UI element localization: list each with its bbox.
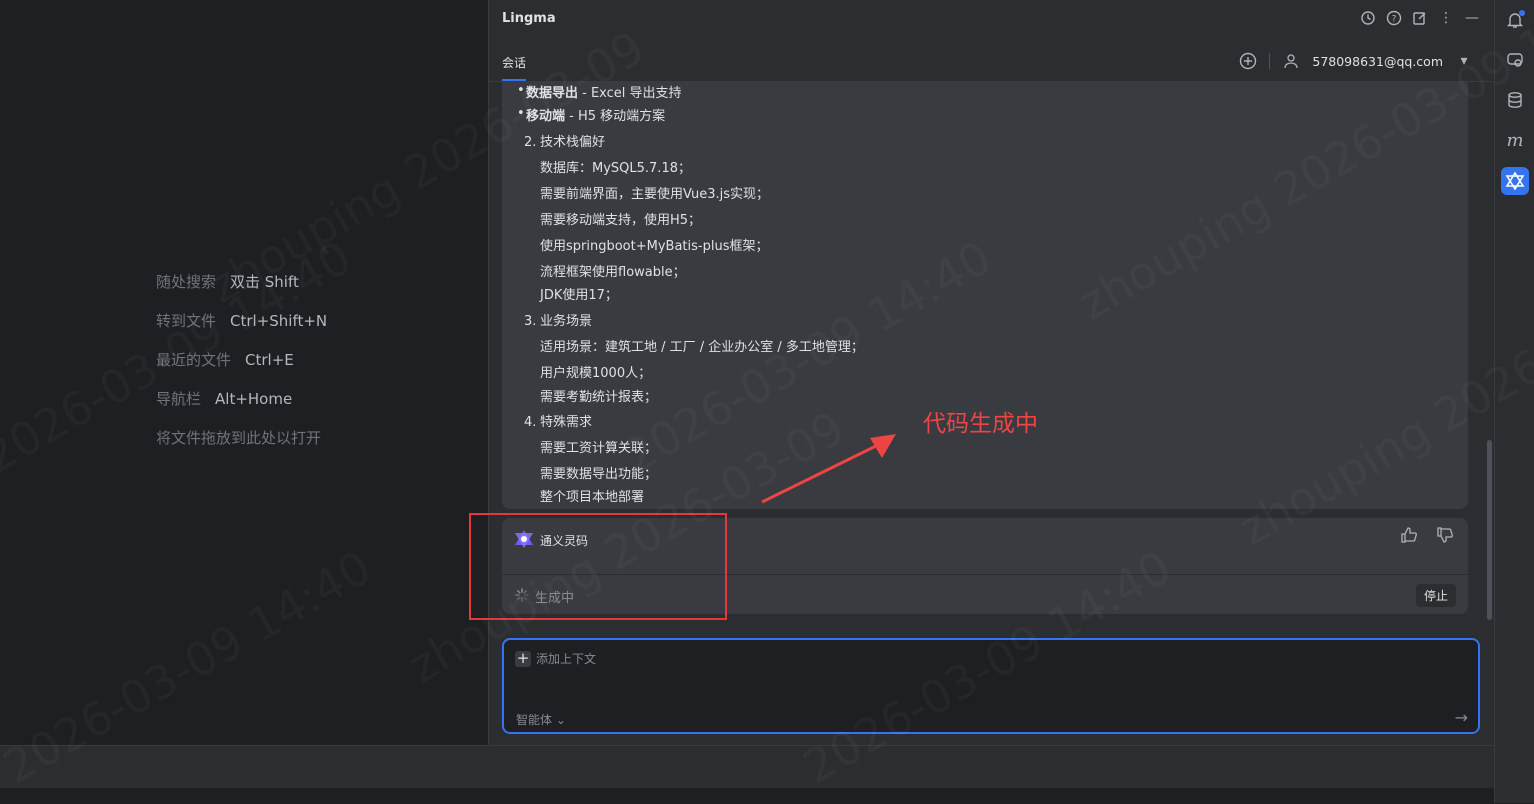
new-chat-icon[interactable] — [1239, 52, 1257, 70]
list-item: 流程框架使用flowable； — [540, 265, 686, 280]
hint-goto-file[interactable]: 转到文件 Ctrl+Shift+N — [156, 301, 327, 340]
user-icon — [1282, 52, 1300, 70]
list-item: • 移动端 - H5 移动端方案 — [517, 106, 666, 124]
panel-title: Lingma — [502, 11, 556, 26]
list-item: • 数据导出 - Excel 导出支持 — [517, 83, 682, 101]
lingma-icon[interactable] — [1501, 167, 1529, 195]
plus-icon: + — [515, 648, 531, 667]
annotation-highlight-box — [469, 513, 727, 620]
user-message: • 数据导出 - Excel 导出支持 • 移动端 - H5 移动端方案 2. 技术栈… — [502, 82, 1468, 509]
bell-icon[interactable] — [1504, 9, 1526, 31]
panel-toolbar: ? ⋮ — — [1359, 9, 1481, 27]
send-arrow-icon[interactable]: → — [1455, 708, 1468, 727]
help-icon[interactable]: ? — [1385, 9, 1403, 27]
m-icon[interactable]: m — [1504, 129, 1526, 151]
editor-hints: 随处搜索 双击 Shift 转到文件 Ctrl+Shift+N 最近的文件 Ctrl+… — [156, 262, 327, 457]
ai-chat-icon[interactable] — [1504, 49, 1526, 71]
list-item: 适用场景：建筑工地 / 工厂 / 企业办公室 / 多工地管理； — [540, 340, 864, 355]
chat-input[interactable]: + 添加上下文 智能体 ⌄ → — [502, 638, 1480, 734]
hint-drop-files: 将文件拖放到此处以打开 — [156, 429, 322, 447]
toolbar-divider — [1269, 53, 1271, 69]
add-context-button[interactable]: + 添加上下文 — [515, 650, 596, 667]
minimize-icon[interactable]: — — [1463, 9, 1481, 27]
tab-bar: 会话 578098631@qq.com ▾ — [489, 44, 1495, 82]
annotation-arrow-icon — [761, 434, 896, 504]
list-item: 需要移动端支持，使用H5； — [540, 213, 702, 228]
bottom-status-bar — [0, 745, 1494, 804]
list-item: 需要前端界面，主要使用Vue3.js实现； — [540, 187, 770, 202]
annotation-label: 代码生成中 — [923, 411, 1038, 437]
svg-text:?: ? — [1392, 15, 1397, 25]
lingma-panel: Lingma ? ⋮ — 会话 578098631@qq.com ▾ • 数据导出… — [488, 0, 1495, 745]
account-email[interactable]: 578098631@qq.com — [1312, 54, 1443, 69]
list-item: 整个项目本地部署 — [540, 490, 645, 505]
feedback-actions — [1400, 526, 1454, 548]
tab-conversation[interactable]: 会话 — [502, 54, 527, 81]
hint-search-everywhere[interactable]: 随处搜索 双击 Shift — [156, 262, 327, 301]
more-icon[interactable]: ⋮ — [1437, 9, 1455, 27]
hint-navigation-bar[interactable]: 导航栏 Alt+Home — [156, 379, 327, 418]
editor-empty-area: 随处搜索 双击 Shift 转到文件 Ctrl+Shift+N 最近的文件 Ctrl+… — [0, 0, 488, 745]
status-strip — [0, 788, 1494, 804]
section-heading: 3. 业务场景 — [524, 314, 593, 329]
database-icon[interactable] — [1504, 89, 1526, 111]
scrollbar[interactable] — [1487, 440, 1492, 620]
history-icon[interactable] — [1359, 9, 1377, 27]
list-item: 需要考勤统计报表； — [540, 390, 658, 405]
add-context-label: 添加上下文 — [536, 652, 597, 666]
agent-mode-dropdown[interactable]: 智能体 ⌄ — [516, 711, 566, 728]
stop-button[interactable]: 停止 — [1415, 584, 1456, 607]
section-heading: 4. 特殊需求 — [524, 415, 593, 430]
list-item: 使用springboot+MyBatis-plus框架； — [540, 239, 769, 254]
section-heading: 2. 技术栈偏好 — [524, 135, 606, 150]
thumbs-down-icon[interactable] — [1436, 526, 1454, 548]
hint-recent-files[interactable]: 最近的文件 Ctrl+E — [156, 340, 327, 379]
thumbs-up-icon[interactable] — [1400, 526, 1418, 548]
list-item: 用户规模1000人； — [540, 366, 652, 381]
right-tool-rail: m — [1494, 0, 1534, 803]
list-item: 需要数据导出功能； — [540, 467, 658, 482]
edit-icon[interactable] — [1411, 9, 1429, 27]
list-item: JDK使用17； — [540, 288, 618, 303]
list-item: 需要工资计算关联； — [540, 441, 658, 456]
chevron-down-icon[interactable]: ▾ — [1455, 52, 1473, 70]
tab-bar-actions: 578098631@qq.com ▾ — [1239, 52, 1473, 70]
list-item: 数据库：MySQL5.7.18； — [540, 161, 691, 176]
notification-dot — [1519, 10, 1525, 16]
